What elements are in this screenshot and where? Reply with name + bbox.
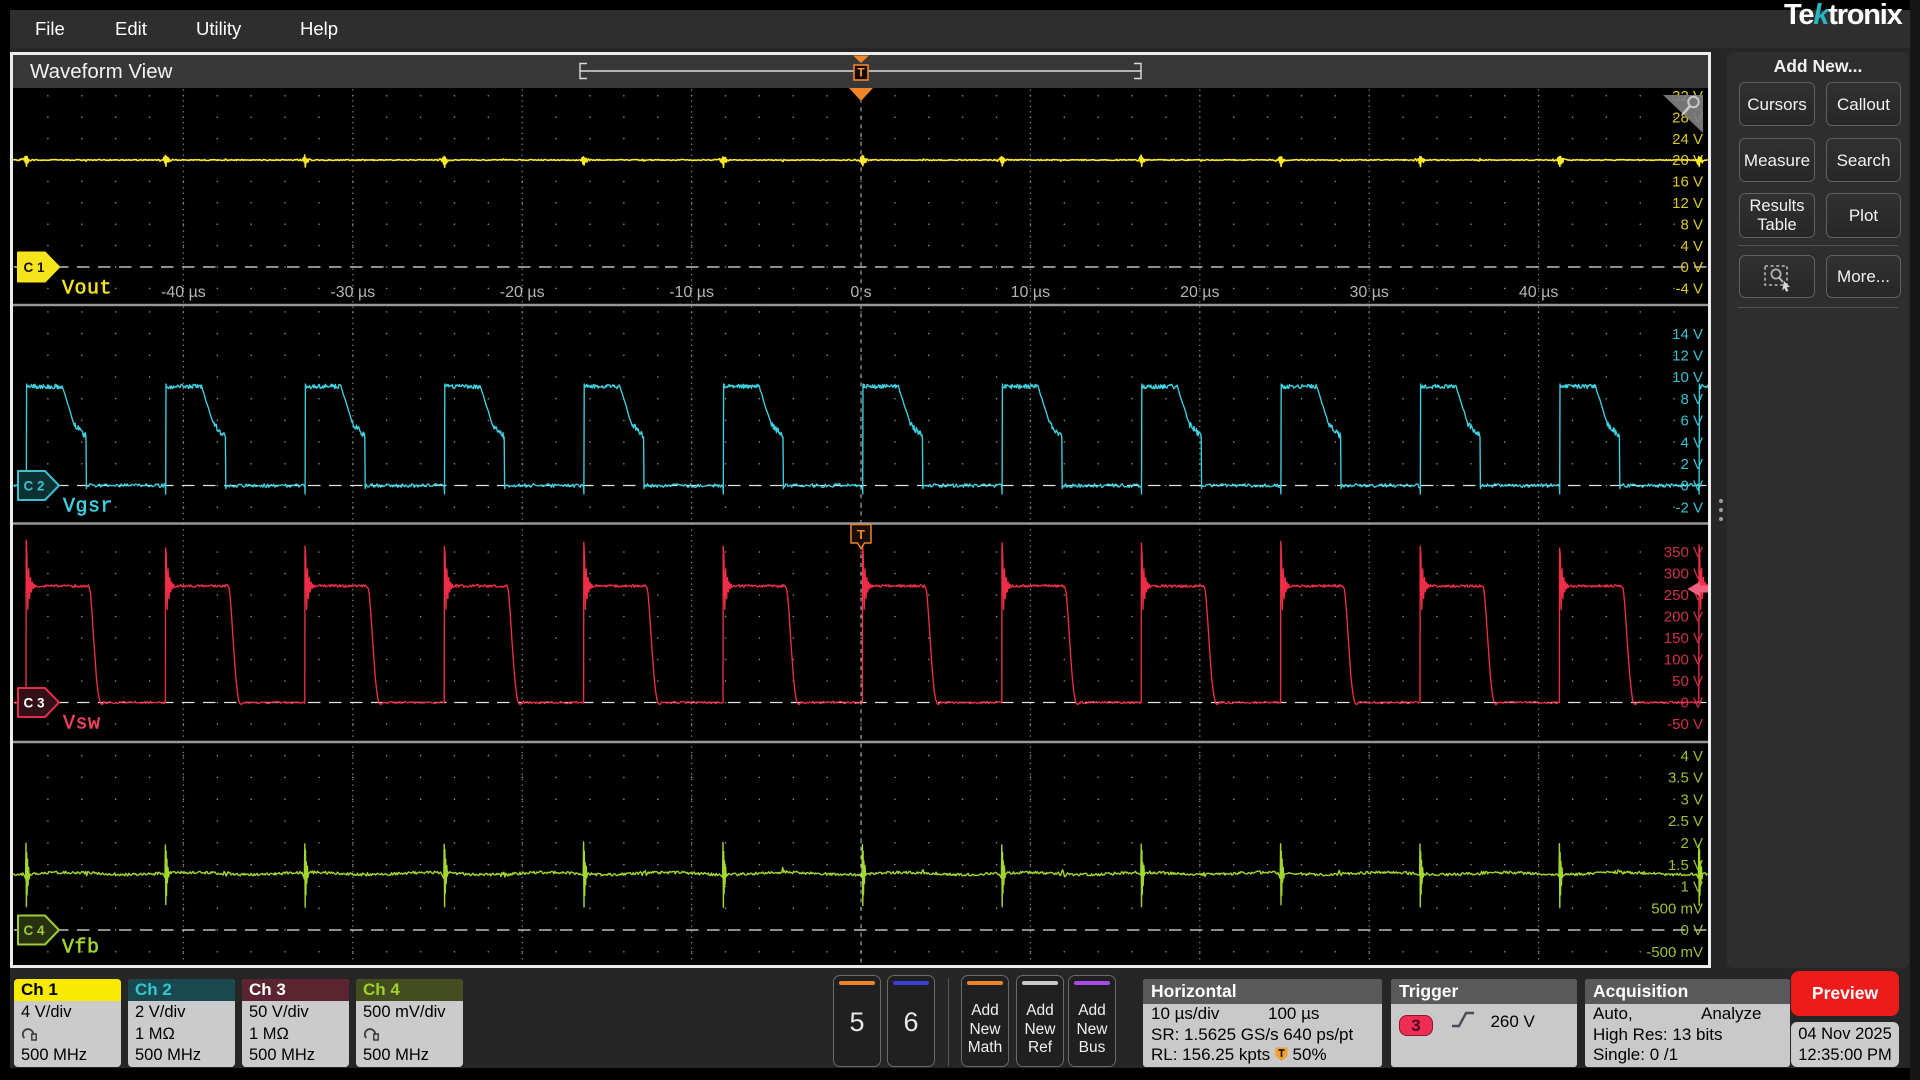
svg-text:2.5 V: 2.5 V bbox=[1668, 813, 1703, 830]
svg-text:0 V: 0 V bbox=[1680, 922, 1703, 939]
svg-text:300 V: 300 V bbox=[1664, 566, 1703, 583]
svg-text:500 mV: 500 mV bbox=[1651, 900, 1703, 917]
svg-text:150 V: 150 V bbox=[1664, 630, 1703, 647]
svg-text:10 µs: 10 µs bbox=[1011, 284, 1050, 301]
svg-text:3 V: 3 V bbox=[1680, 791, 1703, 808]
svg-text:16 V: 16 V bbox=[1672, 174, 1703, 191]
svg-text:-2 V: -2 V bbox=[1675, 499, 1703, 516]
svg-text:100 V: 100 V bbox=[1664, 652, 1703, 669]
svg-text:40 µs: 40 µs bbox=[1519, 284, 1558, 301]
svg-text:Vfb: Vfb bbox=[62, 937, 100, 960]
svg-text:200 V: 200 V bbox=[1664, 609, 1703, 626]
svg-text:-10 µs: -10 µs bbox=[669, 284, 714, 301]
svg-text:C 2: C 2 bbox=[23, 479, 44, 494]
svg-text:350 V: 350 V bbox=[1664, 544, 1703, 561]
svg-text:-500 mV: -500 mV bbox=[1646, 944, 1703, 961]
svg-text:12 V: 12 V bbox=[1672, 348, 1703, 365]
svg-text:Vsw: Vsw bbox=[63, 713, 101, 736]
svg-text:8 V: 8 V bbox=[1680, 216, 1703, 233]
svg-text:30 µs: 30 µs bbox=[1349, 284, 1388, 301]
svg-text:T: T bbox=[857, 66, 865, 80]
svg-text:Vgsr: Vgsr bbox=[63, 496, 113, 519]
svg-text:T: T bbox=[857, 527, 865, 542]
svg-text:10 V: 10 V bbox=[1672, 369, 1703, 386]
svg-text:C 1: C 1 bbox=[23, 260, 45, 275]
svg-text:Vout: Vout bbox=[62, 278, 112, 301]
svg-text:3.5 V: 3.5 V bbox=[1668, 770, 1703, 787]
svg-text:-20 µs: -20 µs bbox=[500, 284, 545, 301]
svg-text:0 V: 0 V bbox=[1680, 259, 1703, 276]
svg-text:4 V: 4 V bbox=[1680, 748, 1703, 765]
svg-text:-4 V: -4 V bbox=[1675, 281, 1703, 298]
svg-text:4 V: 4 V bbox=[1680, 238, 1703, 255]
svg-text:20 µs: 20 µs bbox=[1180, 284, 1219, 301]
svg-text:C 3: C 3 bbox=[23, 696, 45, 711]
svg-text:14 V: 14 V bbox=[1672, 326, 1703, 343]
svg-text:-30 µs: -30 µs bbox=[330, 284, 375, 301]
svg-text:-50 V: -50 V bbox=[1667, 716, 1703, 733]
svg-text:12 V: 12 V bbox=[1672, 195, 1703, 212]
svg-text:1.5 V: 1.5 V bbox=[1668, 857, 1703, 874]
svg-text:C 4: C 4 bbox=[23, 923, 45, 938]
svg-text:24 V: 24 V bbox=[1672, 131, 1703, 148]
svg-text:-40 µs: -40 µs bbox=[161, 284, 206, 301]
